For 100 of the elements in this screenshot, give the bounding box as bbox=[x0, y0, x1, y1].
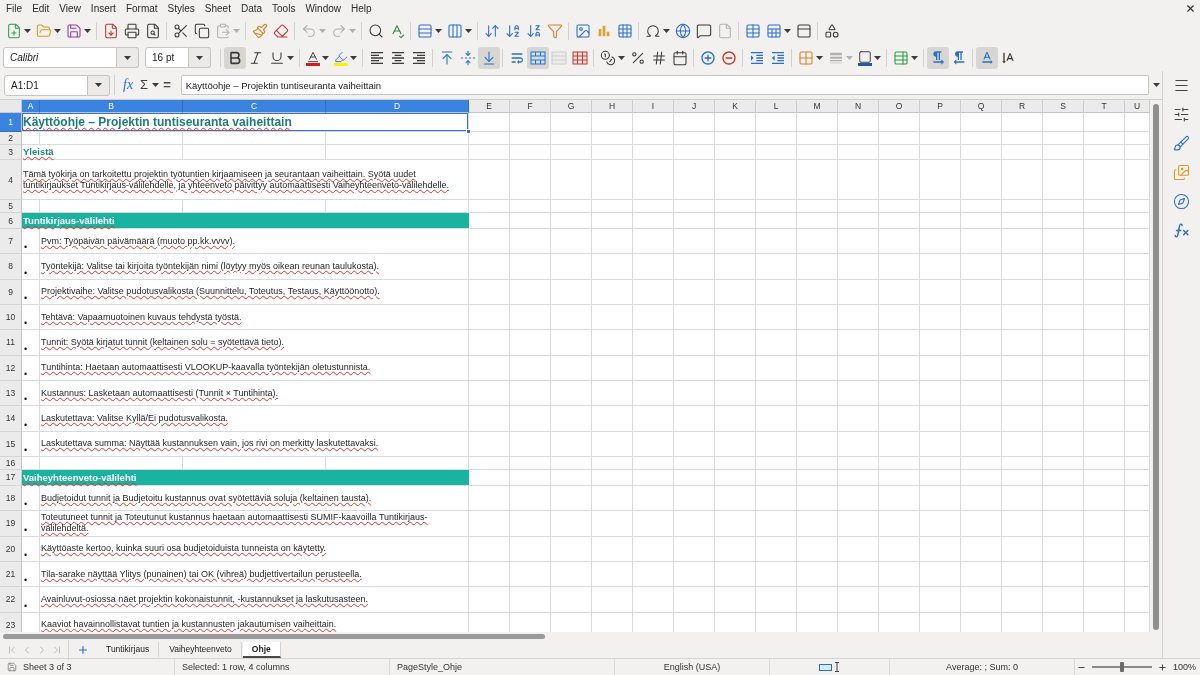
calendar-icon[interactable] bbox=[671, 49, 688, 66]
row-header[interactable]: 2 bbox=[0, 132, 22, 145]
row-header[interactable]: 3 bbox=[0, 145, 22, 160]
menu-item[interactable]: Format bbox=[120, 1, 163, 16]
search-icon[interactable] bbox=[367, 22, 384, 39]
caret-icon[interactable] bbox=[663, 28, 670, 33]
sort-arrows-icon[interactable] bbox=[483, 22, 500, 39]
table-cell[interactable]: • bbox=[22, 561, 40, 588]
row-header[interactable]: 14 bbox=[0, 406, 22, 432]
column-header[interactable]: B bbox=[40, 100, 183, 113]
omega-icon[interactable] bbox=[644, 22, 661, 39]
fill-handle-icon[interactable] bbox=[466, 129, 471, 134]
cell-cursor[interactable]: Käyttöohje – Projektin tuntiseuranta vaiheittain bbox=[22, 113, 469, 132]
caret-icon[interactable] bbox=[287, 55, 294, 60]
caret-icon[interactable] bbox=[911, 55, 918, 60]
sheet-tab[interactable]: Vaiheyhteenveto bbox=[160, 641, 242, 658]
row-header[interactable]: 4 bbox=[0, 160, 22, 200]
function-wizard-button[interactable]: fx bbox=[121, 77, 136, 93]
table-cell[interactable]: • bbox=[22, 536, 40, 562]
column-header[interactable]: F bbox=[510, 100, 551, 113]
table-cell[interactable]: • bbox=[22, 380, 40, 407]
column-header[interactable]: R bbox=[1002, 100, 1043, 113]
table-cell[interactable]: • bbox=[22, 355, 40, 381]
menu-item[interactable]: File bbox=[1, 1, 28, 16]
dropdown-button[interactable] bbox=[88, 74, 110, 96]
bold-icon[interactable] bbox=[223, 46, 246, 69]
column-header[interactable]: E bbox=[469, 100, 510, 113]
row-header[interactable]: 23 bbox=[0, 612, 22, 632]
menu-item[interactable]: Data bbox=[235, 1, 268, 16]
row-header[interactable]: 19 bbox=[0, 511, 22, 537]
brush-icon[interactable] bbox=[1173, 135, 1190, 152]
caret-icon[interactable] bbox=[465, 28, 472, 33]
column-header[interactable]: P bbox=[920, 100, 961, 113]
column-header[interactable]: L bbox=[756, 100, 797, 113]
slider-thumb[interactable] bbox=[1120, 662, 1124, 672]
caret-icon[interactable] bbox=[784, 28, 791, 33]
menu-item[interactable]: Window bbox=[300, 1, 346, 16]
align-center-icon[interactable] bbox=[389, 49, 406, 66]
funnel-icon[interactable] bbox=[546, 22, 563, 39]
sliders-icon[interactable] bbox=[1173, 106, 1190, 123]
align-right-icon[interactable] bbox=[410, 49, 427, 66]
table-cell[interactable]: • bbox=[22, 406, 40, 432]
minus-circle-icon[interactable] bbox=[720, 49, 737, 66]
row-header[interactable]: 9 bbox=[0, 279, 22, 305]
column-header[interactable]: T bbox=[1084, 100, 1125, 113]
merge-center-icon[interactable] bbox=[526, 46, 549, 69]
align-bottom-icon[interactable] bbox=[477, 46, 500, 69]
image-icon[interactable] bbox=[574, 22, 591, 39]
percent-icon[interactable] bbox=[629, 49, 646, 66]
copy-icon[interactable] bbox=[193, 22, 210, 39]
globe-icon[interactable] bbox=[674, 22, 691, 39]
column-header[interactable]: S bbox=[1043, 100, 1084, 113]
caret-icon[interactable] bbox=[435, 28, 442, 33]
column-header[interactable]: O bbox=[879, 100, 920, 113]
images-icon[interactable] bbox=[1173, 164, 1190, 181]
caret-icon[interactable] bbox=[618, 55, 625, 60]
menu-item[interactable]: Styles bbox=[162, 1, 200, 16]
caret-icon[interactable] bbox=[84, 28, 91, 33]
indent-decrease-icon[interactable] bbox=[769, 49, 786, 66]
shapes-icon[interactable] bbox=[823, 22, 840, 39]
table-cell[interactable]: • bbox=[22, 254, 40, 280]
row-header[interactable]: 7 bbox=[0, 229, 22, 255]
compass-icon[interactable] bbox=[1173, 193, 1190, 210]
caret-icon[interactable] bbox=[24, 28, 31, 33]
rectangle-cursor-icon[interactable] bbox=[818, 662, 841, 672]
caret-icon[interactable] bbox=[95, 83, 102, 87]
caret-icon[interactable] bbox=[350, 55, 357, 60]
table-cell[interactable]: • bbox=[22, 587, 40, 613]
font-size-field[interactable]: 16 pt bbox=[145, 47, 189, 68]
row-header[interactable]: 11 bbox=[0, 330, 22, 356]
column-header[interactable]: M bbox=[797, 100, 838, 113]
formula-input-field[interactable]: Käyttöohje – Projektin tuntiseuranta vaiheittain bbox=[180, 75, 1149, 95]
row-header[interactable]: 6 bbox=[0, 213, 22, 229]
caret-icon[interactable] bbox=[196, 55, 203, 60]
menu-item[interactable]: Insert bbox=[85, 1, 121, 16]
caret-icon[interactable] bbox=[322, 55, 329, 60]
table-cell[interactable]: • bbox=[22, 229, 40, 255]
sort-descending-icon[interactable] bbox=[525, 22, 542, 39]
sum-button[interactable]: Σ bbox=[138, 77, 151, 93]
table-icon[interactable] bbox=[744, 22, 761, 39]
row-header[interactable]: 22 bbox=[0, 587, 22, 613]
dropdown-button[interactable] bbox=[117, 47, 139, 68]
grid-icon[interactable] bbox=[616, 22, 633, 39]
caret-icon[interactable] bbox=[816, 55, 823, 60]
column-header[interactable]: C bbox=[183, 100, 326, 113]
close-icon[interactable] bbox=[1185, 3, 1196, 14]
caret-icon[interactable] bbox=[1153, 83, 1160, 87]
column-header[interactable]: A bbox=[22, 100, 40, 113]
plus-circle-icon[interactable] bbox=[699, 49, 716, 66]
hash-icon[interactable] bbox=[650, 49, 667, 66]
caret-icon[interactable] bbox=[54, 28, 61, 33]
window-icon[interactable] bbox=[795, 22, 812, 39]
table-cell[interactable]: • bbox=[22, 279, 40, 305]
speech-bubble-icon[interactable] bbox=[695, 22, 712, 39]
square-icon[interactable] bbox=[857, 49, 872, 66]
column-header[interactable]: U bbox=[1125, 100, 1150, 113]
sheet-tab[interactable]: Ohje bbox=[242, 641, 281, 658]
column-header[interactable]: G bbox=[551, 100, 592, 113]
underline-icon[interactable] bbox=[268, 49, 285, 66]
function-icon[interactable] bbox=[1173, 222, 1190, 239]
